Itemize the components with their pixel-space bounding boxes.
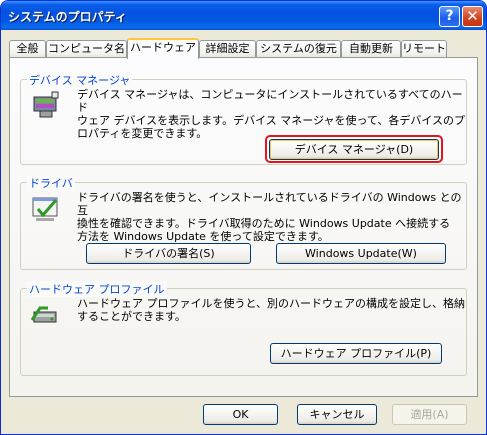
tab-computer-name[interactable]: コンピュータ名 [46,40,127,58]
tab-automatic-updates[interactable]: 自動更新 [341,40,401,58]
drivers-text-line: 換性を確認できます。ドライバ取得のために Windows Update へ接続す… [77,217,451,230]
device-manager-text-line: デバイス マネージャは、コンピュータにインストールされているすべてのハード [77,88,463,114]
close-button[interactable]: ✕ [462,6,483,27]
hardware-profiles-text-line: ハードウェア プロファイルを使うと、別のハードウェアの構成を設定し、格納 [77,297,466,310]
drivers-description: ドライバの署名を使うと、インストールされているドライバの Windows との互… [77,191,466,243]
apply-button[interactable]: 適用(A) [392,404,467,425]
tab-general[interactable]: 全般 [9,40,46,58]
hardware-tab-panel: デバイス マネージャ デバイス マネージャは、コンピュータにインストールされてい… [9,57,478,397]
title-bar[interactable]: システムのプロパティ ? ✕ [1,1,486,30]
ok-button[interactable]: OK [203,404,278,425]
driver-signing-button[interactable]: ドライバの署名(S) [86,243,251,264]
hardware-profiles-group: ハードウェア プロファイル ハードウェア プロファイルを使うと、別のハードウェア… [20,281,467,376]
hardware-profile-icon [30,306,57,323]
device-manager-group: デバイス マネージャ デバイス マネージャは、コンピュータにインストールされてい… [20,72,467,165]
tab-advanced[interactable]: 詳細設定 [199,40,256,58]
device-manager-icon [33,91,59,118]
drivers-text-line: 方法を Windows Update を使って設定できます。 [77,230,329,243]
window-title: システムのプロパティ [8,10,127,24]
help-button[interactable]: ? [439,6,460,27]
cancel-button[interactable]: キャンセル [297,404,377,425]
windows-update-button[interactable]: Windows Update(W) [276,243,446,264]
hardware-profiles-text-line: することができます。 [77,310,186,323]
hardware-profiles-group-label: ハードウェア プロファイル [27,281,167,297]
system-properties-window: システムのプロパティ ? ✕ 全般 コンピュータ名 ハードウェア 詳細設定 シス… [0,0,487,435]
tab-remote[interactable]: リモート [401,40,447,58]
tab-system-restore[interactable]: システムの復元 [256,40,341,58]
drivers-group: ドライバ ドライバの署名を使うと、インストールされているドライバの Window… [20,175,467,270]
driver-checkmark-icon [32,197,58,221]
device-manager-button[interactable]: デバイス マネージャ(D) [269,139,439,160]
hardware-profiles-description: ハードウェア プロファイルを使うと、別のハードウェアの構成を設定し、格納 するこ… [77,297,465,323]
tab-hardware[interactable]: ハードウェア [127,38,199,59]
hardware-profiles-button[interactable]: ハードウェア プロファイル(P) [270,343,442,364]
drivers-text-line: ドライバの署名を使うと、インストールされているドライバの Windows との互 [77,191,462,217]
device-manager-group-label: デバイス マネージャ [27,72,133,88]
device-manager-text-line: ウェア デバイスを表示します。デバイス マネージャを使って、各デバイスのプ [77,114,466,127]
drivers-group-label: ドライバ [27,175,75,191]
device-manager-description: デバイス マネージャは、コンピュータにインストールされているすべてのハード ウェ… [77,88,466,140]
